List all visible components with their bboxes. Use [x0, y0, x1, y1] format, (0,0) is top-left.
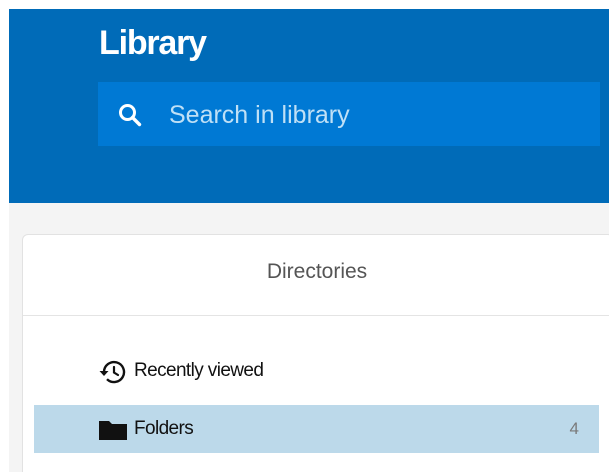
- library-page: Library Directories Recently viewed: [0, 0, 609, 472]
- folder-icon: [98, 417, 128, 443]
- directory-item-recently-viewed[interactable]: Recently viewed: [34, 347, 599, 395]
- search-icon[interactable]: [118, 103, 142, 127]
- directory-item-label: Folders: [134, 418, 194, 439]
- search-input[interactable]: [169, 99, 589, 131]
- history-icon: [98, 359, 128, 385]
- divider: [23, 315, 609, 316]
- top-strip: [0, 0, 609, 9]
- search-bar[interactable]: [98, 82, 600, 146]
- directory-item-label: Recently viewed: [134, 360, 264, 381]
- directory-item-count: 4: [569, 419, 579, 438]
- page-title: Library: [99, 24, 207, 62]
- directories-title: Directories: [266, 260, 368, 283]
- directory-item-folders[interactable]: Folders 4: [34, 405, 599, 453]
- directories-card: Directories Recently viewed Folders 4: [22, 234, 609, 472]
